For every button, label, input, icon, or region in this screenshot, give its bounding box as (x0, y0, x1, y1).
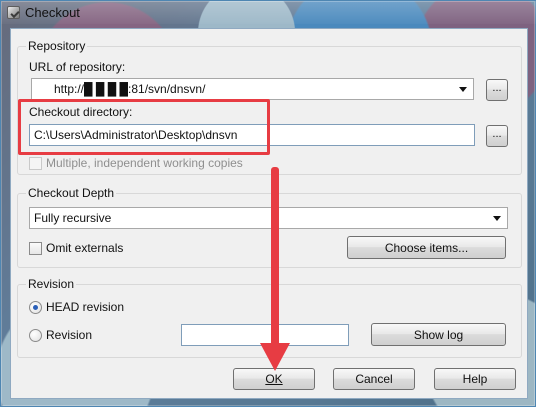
title-bar: Checkout (1, 1, 536, 24)
head-revision-label: HEAD revision (46, 300, 125, 314)
repository-url-dropdown-arrow-icon[interactable] (459, 87, 467, 92)
tortoisesvn-icon (7, 6, 20, 19)
help-button[interactable]: Help (434, 368, 516, 390)
annotation-arrow-head-icon (260, 343, 290, 371)
cancel-button[interactable]: Cancel (333, 368, 415, 390)
checkout-depth-selected: Fully recursive (34, 211, 112, 225)
choose-items-button[interactable]: Choose items... (347, 236, 506, 259)
repository-legend: Repository (28, 39, 86, 53)
checkout-depth-legend: Checkout Depth (28, 186, 115, 200)
omit-externals-checkbox[interactable] (29, 242, 42, 255)
window-title: Checkout (25, 5, 80, 20)
specific-revision-label: Revision (46, 328, 93, 342)
show-log-button[interactable]: Show log (371, 323, 506, 346)
annotation-arrow-line (271, 167, 279, 350)
checkout-directory-browse-button[interactable]: ... (486, 125, 508, 147)
head-revision-radio[interactable] (29, 301, 42, 314)
repository-url-combobox[interactable]: http://█ █ █ █:81/svn/dnsvn/ (31, 78, 474, 100)
checkout-depth-dropdown-arrow-icon[interactable] (493, 216, 501, 221)
repository-url-value: http://█ █ █ █:81/svn/dnsvn/ (54, 82, 206, 96)
multiple-working-copies-checkbox (29, 157, 42, 170)
repository-url-browse-button[interactable]: ... (486, 79, 508, 101)
revision-legend: Revision (28, 277, 75, 291)
checkout-directory-label: Checkout directory: (29, 105, 133, 119)
multiple-working-copies-label: Multiple, independent working copies (46, 156, 243, 170)
ok-button[interactable]: OK (233, 368, 315, 390)
url-of-repository-label: URL of repository: (29, 60, 126, 74)
checkout-depth-select[interactable]: Fully recursive (29, 207, 508, 229)
omit-externals-label: Omit externals (46, 241, 124, 255)
checkout-directory-input[interactable]: C:\Users\Administrator\Desktop\dnsvn (29, 124, 475, 146)
specific-revision-radio[interactable] (29, 329, 42, 342)
